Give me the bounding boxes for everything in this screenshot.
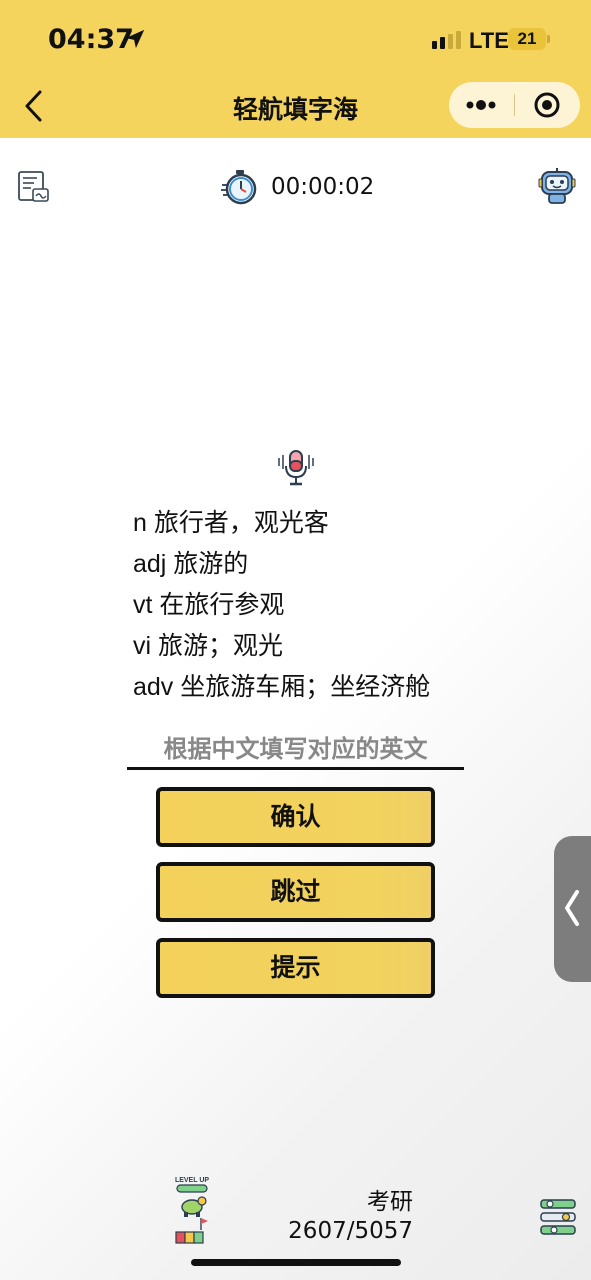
microphone-icon[interactable] — [276, 448, 316, 488]
network-label: LTE — [469, 28, 509, 53]
chevron-left-icon — [565, 890, 579, 926]
definition-line: adv 坐旅游车厢；坐经济舱 — [133, 673, 431, 701]
level-up-icon[interactable]: LEVEL UP — [172, 1174, 212, 1246]
side-drawer-tab[interactable] — [554, 836, 591, 982]
battery-indicator: 21 — [508, 28, 546, 50]
definition-line: vi 旅游；观光 — [133, 632, 284, 660]
more-dots-icon[interactable] — [449, 82, 514, 128]
target-close-icon[interactable] — [515, 82, 580, 128]
settings-sliders-icon[interactable] — [538, 1196, 578, 1238]
stopwatch-icon — [221, 170, 257, 205]
confirm-button[interactable]: 确认 — [156, 787, 435, 847]
note-card-icon[interactable] — [16, 170, 50, 204]
timer-display: 00:00:02 — [271, 174, 375, 200]
robot-icon[interactable] — [537, 166, 577, 206]
home-indicator — [191, 1259, 401, 1266]
category-label: 考研 — [367, 1188, 413, 1214]
definition-line: n 旅行者，观光客 — [133, 509, 329, 537]
signal-icon — [432, 31, 461, 49]
header-bar: 04:37 LTE 21 轻航填字海 — [0, 0, 591, 138]
definition-list: n 旅行者，观光客 adj 旅游的 vt 在旅行参观 vi 旅游；观光 adv … — [133, 503, 430, 708]
progress-count: 2607/5057 — [288, 1218, 413, 1244]
definition-line: vt 在旅行参观 — [133, 591, 285, 619]
definition-line: adj 旅游的 — [133, 550, 249, 578]
mini-program-capsule — [449, 82, 580, 128]
answer-input[interactable] — [127, 730, 464, 770]
battery-tip — [547, 35, 550, 43]
skip-button[interactable]: 跳过 — [156, 862, 435, 922]
hint-button[interactable]: 提示 — [156, 938, 435, 998]
status-time: 04:37 — [48, 24, 134, 55]
location-arrow-icon — [125, 29, 145, 49]
level-up-label: LEVEL UP — [175, 1177, 209, 1184]
